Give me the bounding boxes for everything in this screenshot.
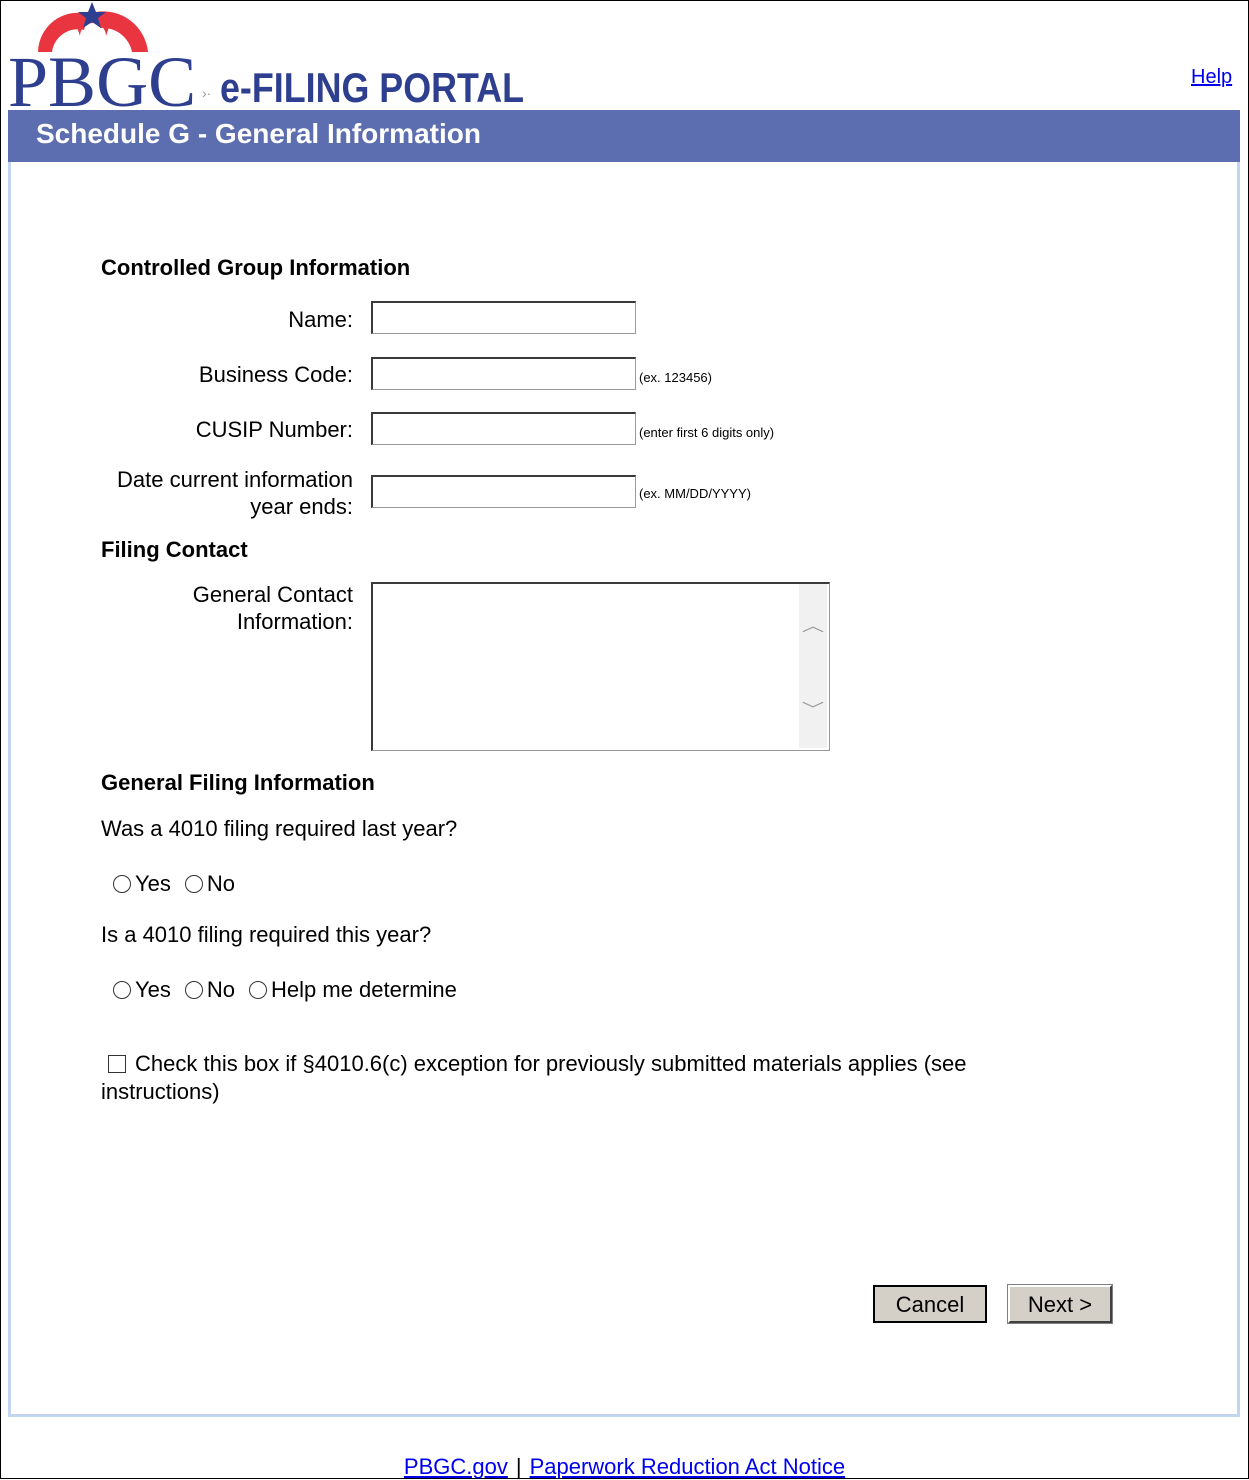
q2-yes-label: Yes	[135, 977, 171, 1002]
page-title: Schedule G - General Information	[36, 118, 481, 149]
q2-no-radio[interactable]	[184, 981, 203, 999]
general-contact-label-line1: General Contact	[192, 582, 353, 607]
exception-checkbox-label: Check this box if §4010.6(c) exception f…	[101, 1051, 967, 1104]
footer-separator: |	[515, 1454, 522, 1479]
date-label-line2: year ends:	[250, 494, 353, 519]
business-code-hint: (ex. 123456)	[639, 370, 712, 385]
business-code-input[interactable]	[371, 357, 636, 390]
q1-no-radio[interactable]	[184, 875, 203, 893]
cusip-hint: (enter first 6 digits only)	[639, 425, 775, 440]
date-label-line1: Date current information	[117, 467, 353, 492]
date-label: Date current information year ends:	[117, 466, 353, 520]
q2-help-radio[interactable]	[249, 981, 268, 999]
q1-text: Was a 4010 filing required last year?	[101, 816, 458, 841]
q1-yes-radio[interactable]	[113, 875, 131, 893]
q2-help-label: Help me determine	[271, 977, 457, 1002]
scroll-down-icon[interactable]: ﹀	[802, 696, 824, 720]
general-contact-label: General Contact Information:	[193, 581, 353, 635]
q2-yes-radio[interactable]	[113, 981, 131, 999]
logo-arrow-icon: ›·	[202, 85, 211, 101]
general-contact-label-line2: Information:	[236, 609, 353, 634]
pbgc-logo: PBGC ›· e-FILING PORTAL	[8, 2, 524, 110]
cusip-input[interactable]	[371, 412, 636, 445]
cancel-button[interactable]: Cancel	[873, 1285, 987, 1323]
footer: PBGC.gov | Paperwork Reduction Act Notice	[0, 1454, 1249, 1480]
textarea-scrollbar[interactable]: ︿ ﹀	[799, 584, 827, 748]
q2-radio-group: Yes No Help me determine	[113, 977, 471, 1003]
date-hint: (ex. MM/DD/YYYY)	[639, 486, 751, 501]
title-bar: Schedule G - General Information	[8, 110, 1240, 162]
pbgc-gov-link[interactable]: PBGC.gov	[404, 1454, 508, 1479]
scroll-up-icon[interactable]: ︿	[802, 612, 824, 636]
q1-radio-group: Yes No	[113, 871, 249, 897]
business-code-label: Business Code:	[198, 362, 353, 387]
general-filing-title: General Filing Information	[101, 770, 375, 795]
next-button[interactable]: Next >	[1007, 1284, 1113, 1324]
date-input[interactable]	[371, 475, 636, 508]
controlled-group-title: Controlled Group Information	[101, 255, 411, 280]
q1-no-label: No	[206, 871, 236, 896]
q2-no-label: No	[206, 977, 236, 1002]
logo-subtitle: e-FILING PORTAL	[220, 64, 524, 110]
general-contact-textarea[interactable]	[371, 582, 830, 751]
filing-contact-title: Filing Contact	[101, 537, 248, 562]
q2-text: Is a 4010 filing required this year?	[101, 922, 432, 947]
paperwork-notice-link[interactable]: Paperwork Reduction Act Notice	[530, 1454, 846, 1479]
q1-yes-label: Yes	[135, 871, 171, 896]
cusip-label: CUSIP Number:	[195, 417, 353, 442]
name-label: Name:	[288, 307, 353, 332]
name-input[interactable]	[371, 301, 636, 334]
help-link[interactable]: Help	[1191, 66, 1232, 89]
logo-letters: PBGC	[8, 42, 196, 110]
